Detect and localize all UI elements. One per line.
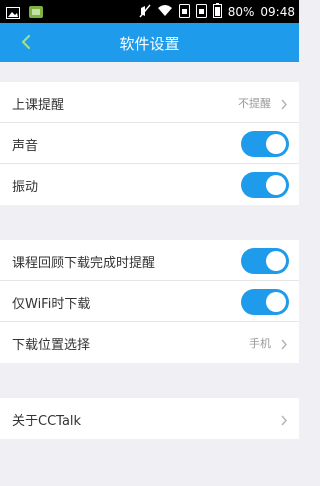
app-header: 软件设置 (0, 23, 299, 62)
status-bar: 80% 09:48 (0, 0, 299, 23)
row-value: 手机 (249, 337, 271, 350)
row-download-location[interactable]: 下载位置选择 手机 (0, 322, 299, 363)
toggle-knob (266, 134, 286, 154)
row-class-reminder[interactable]: 上课提醒 不提醒 (0, 82, 299, 123)
section-gap (0, 365, 299, 398)
toggle-knob (266, 175, 286, 195)
chevron-right-icon (279, 336, 289, 350)
sim2-icon (195, 3, 207, 21)
section-gap (0, 62, 299, 82)
row-wifi-only: 仅WiFi时下载 (0, 281, 299, 322)
row-label: 仅WiFi时下载 (12, 297, 91, 312)
row-label: 课程回顾下载完成时提醒 (12, 256, 156, 271)
wifi-icon (157, 4, 173, 20)
wifi-only-toggle[interactable] (241, 289, 289, 315)
settings-group-about: 关于CCTalk (0, 398, 299, 439)
sound-toggle[interactable] (241, 131, 289, 157)
status-left (6, 4, 44, 23)
row-about[interactable]: 关于CCTalk (0, 398, 299, 439)
section-gap (0, 207, 299, 239)
sim-icon (178, 3, 190, 21)
download-complete-toggle[interactable] (241, 248, 289, 274)
toggle-knob (266, 251, 286, 271)
row-label: 上课提醒 (12, 98, 65, 113)
vibration-toggle[interactable] (241, 172, 289, 198)
settings-group-reminders: 上课提醒 不提醒 声音 振动 (0, 82, 299, 205)
image-icon (6, 4, 20, 23)
status-right: 80% 09:48 (139, 3, 295, 21)
page-title: 软件设置 (119, 35, 180, 53)
row-sound: 声音 (0, 123, 299, 164)
row-label: 关于CCTalk (12, 414, 82, 429)
chevron-right-icon (279, 412, 289, 426)
mute-icon (139, 4, 151, 21)
toggle-knob (266, 292, 286, 312)
row-label: 声音 (12, 139, 39, 154)
row-vibration: 振动 (0, 164, 299, 205)
row-value: 不提醒 (238, 97, 271, 110)
chevron-right-icon (279, 96, 289, 110)
android-icon (28, 4, 44, 23)
row-label: 振动 (12, 180, 39, 195)
row-label: 下载位置选择 (12, 338, 91, 353)
row-download-complete-reminder: 课程回顾下载完成时提醒 (0, 240, 299, 281)
battery-icon (212, 3, 222, 21)
settings-group-download: 课程回顾下载完成时提醒 仅WiFi时下载 下载位置选择 手机 (0, 240, 299, 363)
battery-text: 80% (227, 5, 255, 19)
clock: 09:48 (260, 5, 295, 19)
